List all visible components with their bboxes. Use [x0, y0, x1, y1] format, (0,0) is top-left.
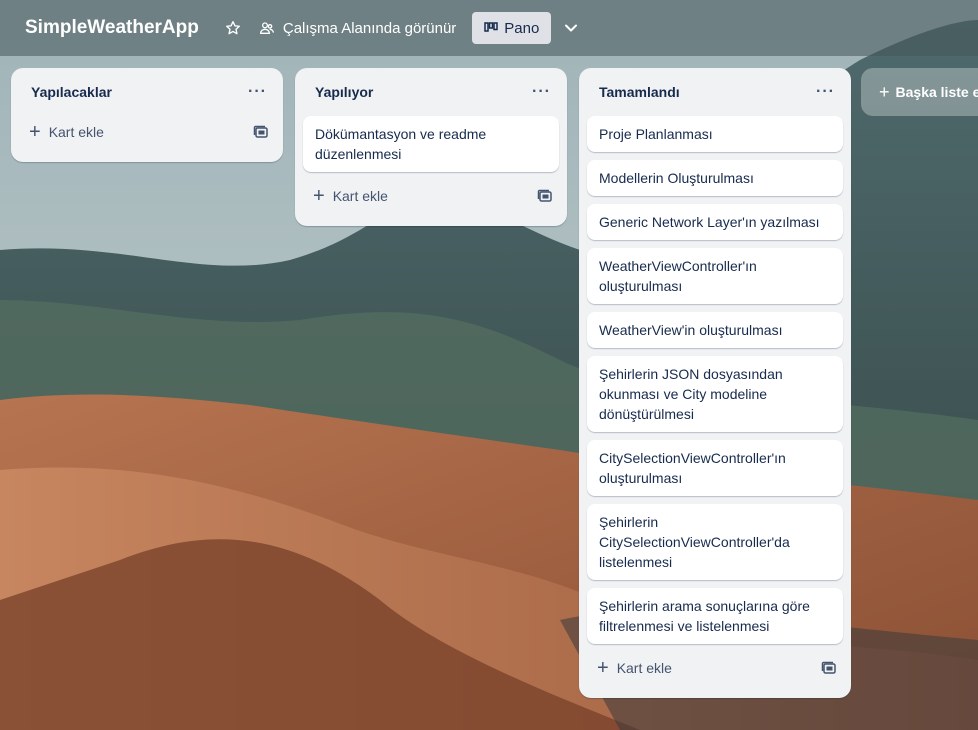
card[interactable]: Modellerin Oluşturulması [587, 160, 843, 196]
list-header: Tamamlandı ··· [587, 68, 843, 116]
card[interactable]: WeatherViewController'ın oluşturulması [587, 248, 843, 304]
list-title[interactable]: Yapılıyor [315, 84, 373, 100]
add-list-button[interactable]: + Başka liste ekle [861, 68, 978, 116]
card[interactable]: Şehirlerin CitySelectionViewController'd… [587, 504, 843, 580]
card[interactable]: CitySelectionViewController'ın oluşturul… [587, 440, 843, 496]
card-template-icon[interactable] [821, 660, 837, 676]
add-card-button[interactable]: + Kart ekle [29, 122, 104, 142]
card-template-icon[interactable] [253, 124, 269, 140]
add-list-label: Başka liste ekle [895, 84, 978, 100]
list-title[interactable]: Yapılacaklar [31, 84, 112, 100]
add-card-button[interactable]: + Kart ekle [313, 186, 388, 206]
list-tamamlandi: Tamamlandı ··· Proje Planlanması Modelle… [579, 68, 851, 698]
add-card-label: Kart ekle [48, 124, 104, 140]
add-card-row: + Kart ekle [19, 112, 275, 152]
card[interactable]: Şehirlerin JSON dosyasından okunması ve … [587, 356, 843, 432]
card-list: Dökümantasyon ve readme düzenlenmesi [303, 116, 559, 172]
card[interactable]: Proje Planlanması [587, 116, 843, 152]
card[interactable]: WeatherView'in oluşturulması [587, 312, 843, 348]
visibility-label: Çalışma Alanında görünür [282, 19, 457, 37]
list-yapilacaklar: Yapılacaklar ··· + Kart ekle [11, 68, 283, 162]
card-template-icon[interactable] [537, 188, 553, 204]
list-header: Yapılıyor ··· [303, 68, 559, 116]
add-card-label: Kart ekle [616, 660, 672, 676]
star-icon[interactable] [221, 16, 245, 40]
list-title[interactable]: Tamamlandı [599, 84, 680, 100]
board-view-icon [484, 22, 499, 32]
add-card-row: + Kart ekle [303, 176, 559, 216]
visibility-button[interactable]: Çalışma Alanında görünür [259, 20, 456, 37]
board-view-button[interactable]: Pano [472, 12, 552, 44]
plus-icon: + [879, 81, 890, 102]
list-header: Yapılacaklar ··· [19, 68, 275, 116]
list-menu-icon[interactable]: ··· [816, 83, 835, 101]
board-header: SimpleWeatherApp Çalışma Alanında görünü… [0, 0, 978, 56]
card-list: Proje Planlanması Modellerin Oluşturulma… [587, 116, 843, 644]
plus-icon: + [597, 657, 609, 679]
workspace-visibility-icon [259, 22, 274, 34]
add-card-row: + Kart ekle [587, 648, 843, 688]
list-menu-icon[interactable]: ··· [532, 83, 551, 101]
plus-icon: + [313, 185, 325, 207]
list-menu-icon[interactable]: ··· [248, 83, 267, 101]
add-card-button[interactable]: + Kart ekle [597, 658, 672, 678]
card[interactable]: Generic Network Layer'ın yazılması [587, 204, 843, 240]
plus-icon: + [29, 121, 41, 143]
add-card-label: Kart ekle [332, 188, 388, 204]
card[interactable]: Şehirlerin arama sonuçlarına göre filtre… [587, 588, 843, 644]
view-label: Pano [504, 19, 540, 37]
chevron-down-icon[interactable] [561, 18, 581, 38]
list-yapiliyor: Yapılıyor ··· Dökümantasyon ve readme dü… [295, 68, 567, 226]
card[interactable]: Dökümantasyon ve readme düzenlenmesi [303, 116, 559, 172]
board-title[interactable]: SimpleWeatherApp [25, 17, 199, 39]
